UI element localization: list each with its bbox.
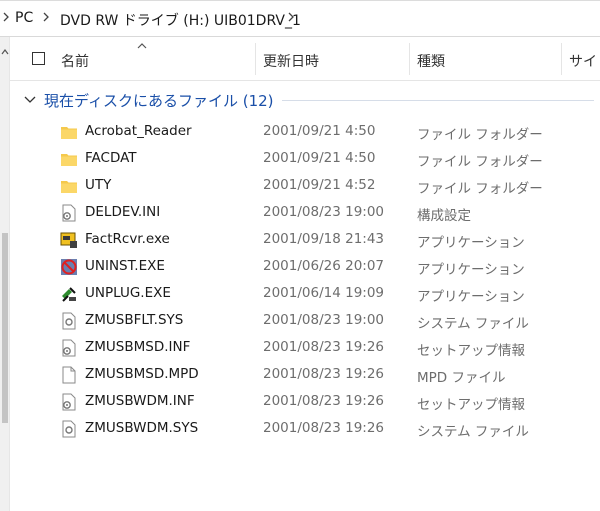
file-name: ZMUSBWDM.INF [85, 393, 195, 409]
file-date: 2001/09/18 21:43 [263, 231, 385, 247]
chevron-right-icon[interactable] [42, 10, 50, 24]
setup-info-icon [60, 393, 78, 411]
left-pane-scrollbar[interactable] [0, 37, 10, 511]
file-name: FactRcvr.exe [85, 231, 170, 247]
file-row[interactable]: FACDAT 2001/09/21 4:50 ファイル フォルダー [10, 145, 600, 172]
scrollbar-thumb[interactable] [2, 233, 8, 423]
file-type: セットアップ情報 [417, 397, 525, 413]
file-row[interactable]: ZMUSBWDM.SYS 2001/08/23 19:26 システム ファイル [10, 415, 600, 442]
chevron-right-icon[interactable] [2, 10, 10, 24]
breadcrumb-dvd-drive[interactable]: DVD RW ドライブ (H:) UIB01DRV_1 [60, 10, 301, 30]
folder-icon [60, 123, 78, 141]
folder-icon [60, 177, 78, 195]
file-name: UTY [85, 177, 112, 193]
file-name: UNINST.EXE [85, 258, 165, 274]
file-row[interactable]: UTY 2001/09/21 4:52 ファイル フォルダー [10, 172, 600, 199]
file-type: アプリケーション [417, 235, 525, 251]
app-icon [60, 231, 78, 249]
column-divider[interactable] [561, 43, 562, 75]
file-name: ZMUSBMSD.MPD [85, 366, 199, 382]
uninstall-app-icon [60, 258, 78, 276]
file-type: MPD ファイル [417, 370, 506, 386]
file-row[interactable]: ZMUSBMSD.MPD 2001/08/23 19:26 MPD ファイル [10, 361, 600, 388]
file-type: ファイル フォルダー [417, 181, 543, 197]
file-date: 2001/08/23 19:26 [263, 366, 385, 382]
file-type: ファイル フォルダー [417, 127, 543, 143]
file-name: Acrobat_Reader [85, 123, 192, 139]
file-type: ファイル フォルダー [417, 154, 543, 170]
chevron-right-icon[interactable] [287, 10, 295, 24]
file-name: ZMUSBWDM.SYS [85, 420, 199, 436]
file-date: 2001/06/26 20:07 [263, 258, 385, 274]
group-divider [282, 100, 594, 101]
address-bar[interactable]: PC DVD RW ドライブ (H:) UIB01DRV_1 [0, 1, 600, 37]
setup-info-icon [60, 339, 78, 357]
file-type: システム ファイル [417, 316, 529, 332]
column-header-row: 名前 更新日時 種類 サイ [10, 37, 600, 81]
file-row[interactable]: DELDEV.INI 2001/08/23 19:00 構成設定 [10, 199, 600, 226]
group-header[interactable]: 現在ディスクにあるファイル (12) [10, 85, 600, 115]
column-header-type[interactable]: 種類 [417, 51, 445, 71]
column-divider[interactable] [255, 43, 256, 75]
sort-ascending-icon [136, 39, 148, 54]
file-row[interactable]: ZMUSBFLT.SYS 2001/08/23 19:00 システム ファイル [10, 307, 600, 334]
file-date: 2001/06/14 19:09 [263, 285, 385, 301]
file-date: 2001/08/23 19:00 [263, 312, 385, 328]
column-divider[interactable] [409, 43, 410, 75]
file-name: FACDAT [85, 150, 137, 166]
file-row[interactable]: Acrobat_Reader 2001/09/21 4:50 ファイル フォルダ… [10, 118, 600, 145]
scroll-up-arrow-icon[interactable] [1, 45, 9, 60]
blank-file-icon [60, 366, 78, 384]
file-date: 2001/09/21 4:50 [263, 150, 376, 166]
folder-icon [60, 150, 78, 168]
file-row[interactable]: ZMUSBMSD.INF 2001/08/23 19:26 セットアップ情報 [10, 334, 600, 361]
file-date: 2001/08/23 19:26 [263, 339, 385, 355]
file-row[interactable]: UNPLUG.EXE 2001/06/14 19:09 アプリケーション [10, 280, 600, 307]
chevron-down-icon[interactable] [24, 94, 36, 109]
file-type: システム ファイル [417, 424, 529, 440]
system-file-icon [60, 312, 78, 330]
file-date: 2001/09/21 4:52 [263, 177, 376, 193]
file-row[interactable]: ZMUSBWDM.INF 2001/08/23 19:26 セットアップ情報 [10, 388, 600, 415]
file-type: セットアップ情報 [417, 343, 525, 359]
system-file-icon [60, 420, 78, 438]
file-name: ZMUSBMSD.INF [85, 339, 191, 355]
file-row[interactable]: UNINST.EXE 2001/06/26 20:07 アプリケーション [10, 253, 600, 280]
file-date: 2001/08/23 19:26 [263, 420, 385, 436]
file-type: アプリケーション [417, 289, 525, 305]
file-name: DELDEV.INI [85, 204, 161, 220]
file-row[interactable]: FactRcvr.exe 2001/09/18 21:43 アプリケーション [10, 226, 600, 253]
file-date: 2001/08/23 19:26 [263, 393, 385, 409]
unplug-app-icon [60, 285, 78, 303]
column-header-name[interactable]: 名前 [61, 51, 89, 71]
group-title: 現在ディスクにあるファイル (12) [44, 92, 274, 110]
file-date: 2001/09/21 4:50 [263, 123, 376, 139]
column-header-modified[interactable]: 更新日時 [263, 51, 319, 71]
select-all-checkbox[interactable] [32, 52, 45, 65]
file-date: 2001/08/23 19:00 [263, 204, 385, 220]
file-type: 構成設定 [417, 208, 471, 224]
breadcrumb-pc[interactable]: PC [15, 10, 33, 26]
file-type: アプリケーション [417, 262, 525, 278]
settings-file-icon [60, 204, 78, 222]
column-header-size[interactable]: サイ [569, 51, 597, 71]
file-name: ZMUSBFLT.SYS [85, 312, 184, 328]
file-name: UNPLUG.EXE [85, 285, 171, 301]
